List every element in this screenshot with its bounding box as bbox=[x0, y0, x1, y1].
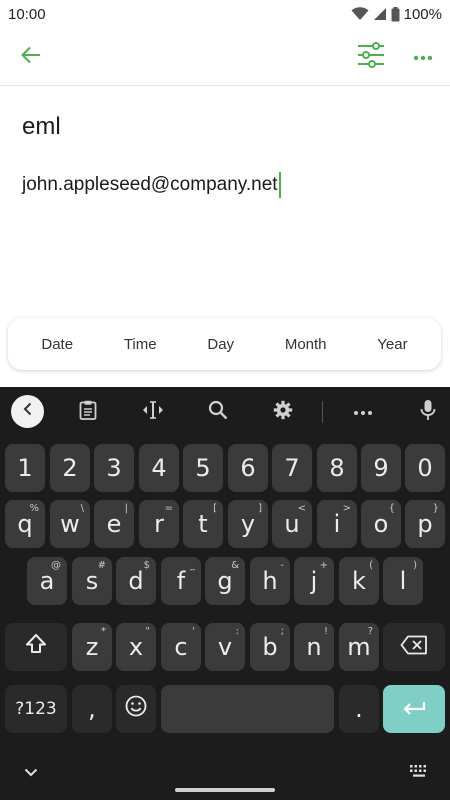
comma-key[interactable]: , bbox=[72, 685, 112, 733]
key-a[interactable]: a @ bbox=[27, 557, 67, 605]
key-f[interactable]: f _ bbox=[161, 557, 201, 605]
more-dots-icon bbox=[413, 48, 433, 66]
gesture-handle[interactable] bbox=[175, 788, 275, 792]
space-bar[interactable] bbox=[161, 685, 334, 733]
key-n[interactable]: n! bbox=[294, 623, 334, 671]
key-o[interactable]: o{ bbox=[361, 500, 401, 548]
key-q[interactable]: q% bbox=[5, 500, 45, 548]
cursor-move-icon bbox=[141, 400, 165, 424]
note-body-text: john.appleseed@company.net bbox=[22, 174, 278, 195]
key-t[interactable]: t[ bbox=[183, 500, 223, 548]
shift-key[interactable] bbox=[5, 623, 67, 671]
key-x[interactable]: x " bbox=[116, 623, 156, 671]
voice-input-button[interactable] bbox=[413, 397, 443, 427]
emoji-smile-icon bbox=[125, 695, 147, 723]
keyboard-toolbar bbox=[0, 387, 450, 437]
key-r[interactable]: r = bbox=[139, 500, 179, 548]
keyboard-search-button[interactable] bbox=[203, 397, 233, 427]
search-icon bbox=[208, 400, 228, 425]
key-b[interactable]: b; bbox=[250, 623, 290, 671]
backspace-key[interactable] bbox=[383, 623, 445, 671]
wifi-icon bbox=[351, 7, 369, 21]
key-y[interactable]: y] bbox=[228, 500, 268, 548]
suggestion-day[interactable]: Day bbox=[201, 330, 240, 359]
keyboard-settings-button[interactable] bbox=[268, 397, 298, 427]
key-8[interactable]: 8 bbox=[317, 444, 357, 492]
key-h[interactable]: h- bbox=[250, 557, 290, 605]
more-dots-icon bbox=[353, 403, 373, 421]
suggestion-date[interactable]: Date bbox=[35, 330, 79, 359]
key-z[interactable]: z * bbox=[72, 623, 112, 671]
date-suggestion-strip: Date Time Day Month Year bbox=[8, 318, 441, 370]
key-u[interactable]: u < bbox=[272, 500, 312, 548]
key-d[interactable]: d $ bbox=[116, 557, 156, 605]
key-5[interactable]: 5 bbox=[183, 444, 223, 492]
battery-percent: 100% bbox=[403, 5, 442, 23]
suggestion-year[interactable]: Year bbox=[371, 330, 413, 359]
key-3[interactable]: 3 bbox=[94, 444, 134, 492]
back-button[interactable] bbox=[16, 42, 46, 72]
note-body-field[interactable]: john.appleseed@company.net bbox=[22, 172, 281, 198]
keyboard-more-button[interactable] bbox=[348, 397, 378, 427]
status-bar: 10:00 100% bbox=[0, 0, 450, 28]
battery-icon bbox=[391, 6, 400, 22]
key-m[interactable]: m? bbox=[339, 623, 379, 671]
text-cursor bbox=[278, 172, 281, 198]
toolbar-divider bbox=[322, 401, 323, 423]
hide-keyboard-button[interactable] bbox=[20, 763, 42, 783]
shift-arrow-icon bbox=[25, 633, 47, 661]
clipboard-button[interactable] bbox=[73, 397, 103, 427]
key-k[interactable]: k( bbox=[339, 557, 379, 605]
key-0[interactable]: 0 bbox=[405, 444, 445, 492]
app-bar bbox=[0, 28, 450, 86]
key-j[interactable]: j + bbox=[294, 557, 334, 605]
key-c[interactable]: c ' bbox=[161, 623, 201, 671]
notes-app-screen: 10:00 100% eml john.appleseed@company.ne… bbox=[0, 0, 450, 800]
note-title[interactable]: eml bbox=[22, 113, 61, 141]
soft-keyboard: 1 2 3 4 5 6 7 8 9 0 q% w \ e | r = t[ y] u <… bbox=[0, 387, 450, 800]
signal-icon bbox=[373, 7, 387, 21]
key-2[interactable]: 2 bbox=[50, 444, 90, 492]
key-6[interactable]: 6 bbox=[228, 444, 268, 492]
key-p[interactable]: p} bbox=[405, 500, 445, 548]
switch-keyboard-button[interactable] bbox=[407, 763, 431, 783]
status-icons: 100% bbox=[351, 6, 442, 23]
chevron-down-icon bbox=[24, 764, 38, 782]
backspace-icon bbox=[400, 633, 428, 661]
key-g[interactable]: g & bbox=[205, 557, 245, 605]
arrow-back-icon bbox=[21, 46, 41, 69]
suggestion-month[interactable]: Month bbox=[279, 330, 333, 359]
suggestion-time[interactable]: Time bbox=[118, 330, 163, 359]
keyboard-icon bbox=[409, 764, 429, 783]
navigation-bar bbox=[0, 743, 450, 800]
status-time: 10:00 bbox=[8, 5, 46, 23]
key-s[interactable]: s # bbox=[72, 557, 112, 605]
key-i[interactable]: i > bbox=[317, 500, 357, 548]
key-e[interactable]: e | bbox=[94, 500, 134, 548]
more-options-button[interactable] bbox=[408, 42, 438, 72]
chevron-left-icon bbox=[22, 402, 34, 421]
key-w[interactable]: w \ bbox=[50, 500, 90, 548]
note-format-button[interactable] bbox=[354, 40, 388, 74]
cursor-move-button[interactable] bbox=[138, 397, 168, 427]
clipboard-icon bbox=[79, 400, 97, 425]
key-l[interactable]: l) bbox=[383, 557, 423, 605]
symbols-key[interactable]: ?123 bbox=[5, 685, 67, 733]
key-1[interactable]: 1 bbox=[5, 444, 45, 492]
collapse-toolbar-button[interactable] bbox=[11, 395, 44, 428]
key-4[interactable]: 4 bbox=[139, 444, 179, 492]
enter-return-icon bbox=[402, 695, 426, 723]
gear-icon bbox=[273, 400, 293, 425]
emoji-key[interactable] bbox=[116, 685, 156, 733]
period-key[interactable]: . bbox=[339, 685, 379, 733]
key-9[interactable]: 9 bbox=[361, 444, 401, 492]
key-v[interactable]: v: bbox=[205, 623, 245, 671]
key-7[interactable]: 7 bbox=[272, 444, 312, 492]
microphone-icon bbox=[420, 399, 436, 426]
enter-key[interactable] bbox=[383, 685, 445, 733]
sliders-icon bbox=[357, 41, 385, 73]
